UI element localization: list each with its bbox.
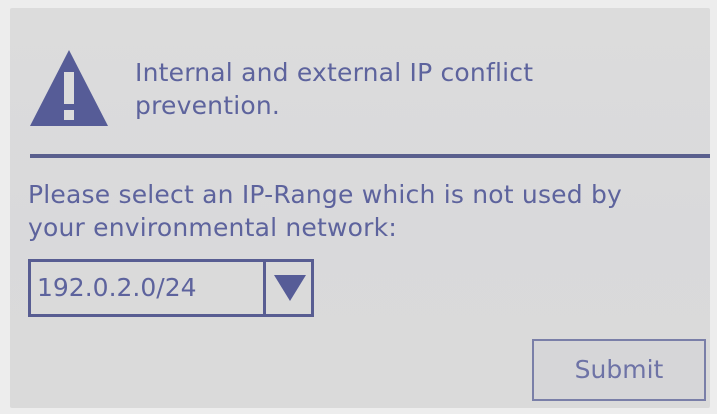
instruction-text: Please select an IP-Range which is not u… — [28, 178, 708, 244]
device-bezel: Internal and external IP conflict preven… — [0, 0, 717, 414]
ip-range-select[interactable]: 192.0.2.0/24 — [28, 259, 314, 317]
header-divider — [30, 154, 710, 158]
heading-line-2: prevention. — [135, 91, 281, 120]
instruction-line-2: your environmental network: — [28, 213, 397, 242]
select-separator — [263, 262, 266, 314]
ip-range-selected-value: 192.0.2.0/24 — [37, 273, 197, 302]
chevron-down-icon[interactable] — [273, 273, 307, 303]
heading-line-1: Internal and external IP conflict — [135, 58, 534, 87]
dialog-heading: Internal and external IP conflict preven… — [135, 56, 533, 122]
dialog-screen: Internal and external IP conflict preven… — [10, 8, 710, 408]
instruction-line-1: Please select an IP-Range which is not u… — [28, 180, 623, 209]
submit-button[interactable]: Submit — [532, 339, 706, 401]
warning-icon — [30, 50, 108, 126]
